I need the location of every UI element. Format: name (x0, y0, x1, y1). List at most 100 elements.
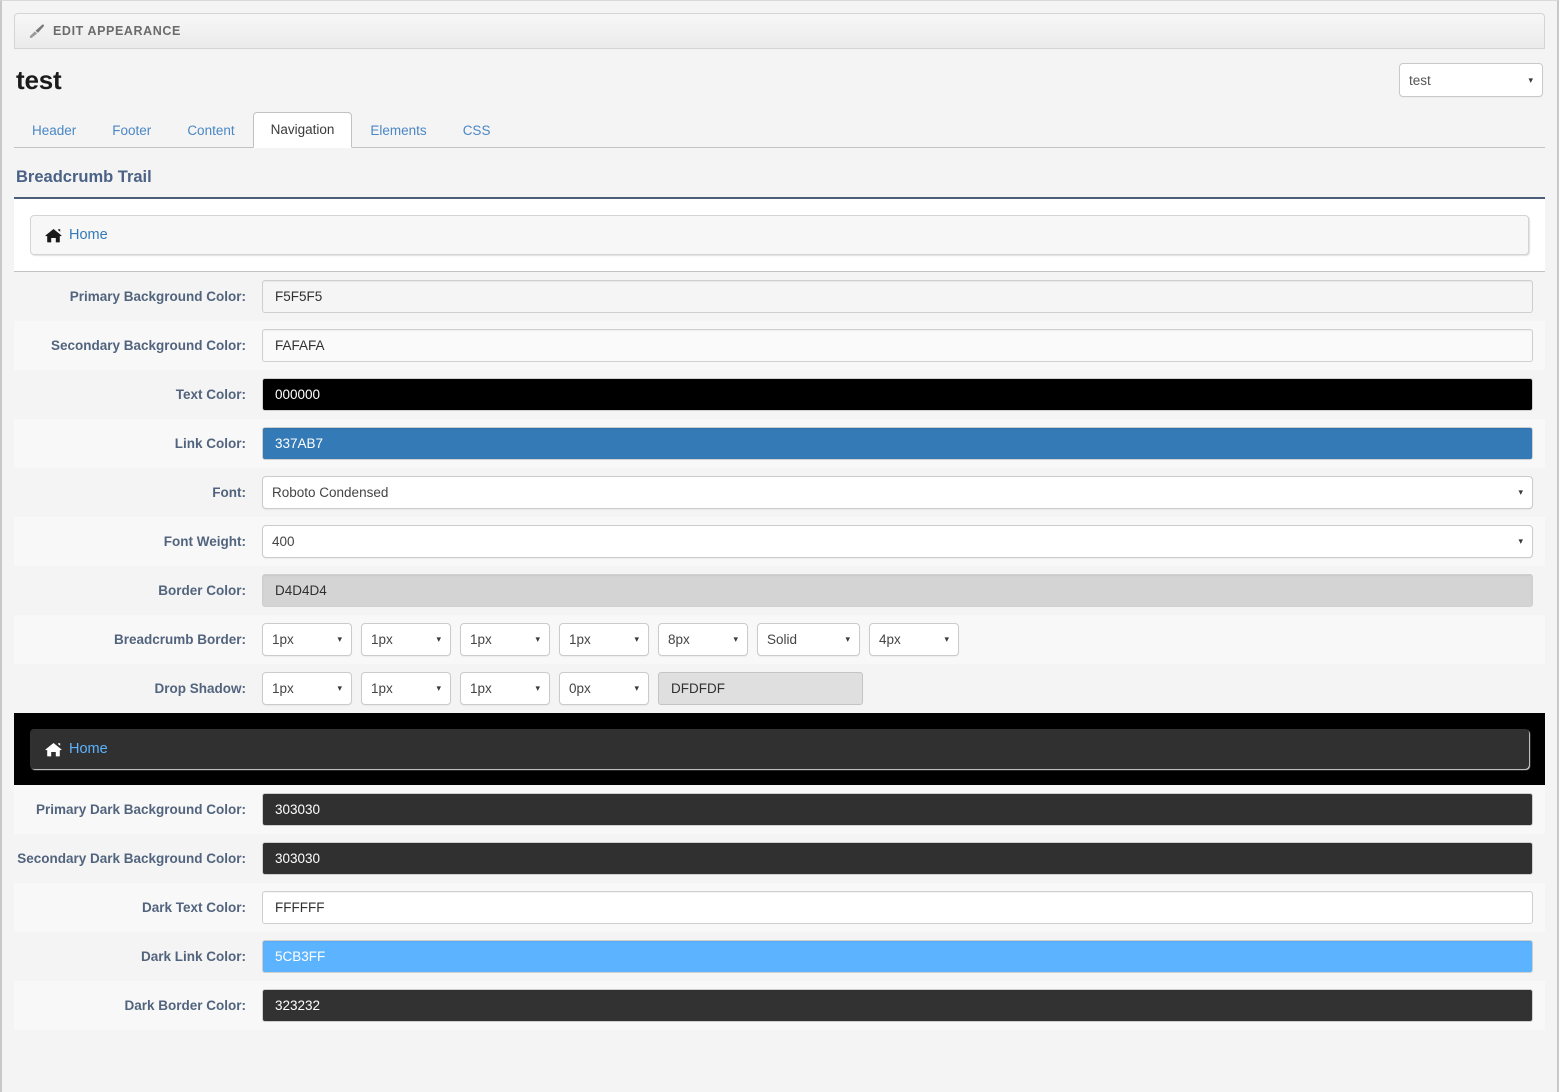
field-row-text-color: Text Color: 000000 (14, 370, 1545, 419)
input-border-color[interactable]: D4D4D4 (262, 574, 1533, 607)
breadcrumb-preview-dark: Home (14, 713, 1545, 785)
select-value: 0px (569, 681, 591, 696)
appearance-tabs: Header Footer Content Navigation Element… (14, 112, 1545, 148)
chevron-down-icon: ▾ (535, 683, 540, 693)
breadcrumb-link-home-dark[interactable]: Home (69, 741, 108, 757)
label-dark-text-color: Dark Text Color: (141, 900, 246, 915)
label-border-color: Border Color: (158, 583, 246, 598)
field-row-font-weight: Font Weight: 400 ▾ (14, 517, 1545, 566)
chevron-down-icon: ▾ (436, 634, 441, 644)
field-row-border-color: Border Color: D4D4D4 (14, 566, 1545, 615)
field-row-font: Font: Roboto Condensed ▾ (14, 468, 1545, 517)
input-dark-text-color[interactable]: FFFFFF (262, 891, 1533, 924)
chevron-down-icon: ▾ (535, 634, 540, 644)
chevron-down-icon: ▾ (1528, 74, 1533, 85)
select-value: 1px (569, 632, 591, 647)
select-value: 1px (272, 632, 294, 647)
input-primary-dark-background-color[interactable]: 303030 (262, 793, 1533, 826)
field-row-primary-dark-background-color: Primary Dark Background Color: 303030 (14, 785, 1545, 834)
select-value: 1px (371, 681, 393, 696)
breadcrumb-bar-light: Home (30, 215, 1529, 255)
field-row-secondary-dark-background-color: Secondary Dark Background Color: 303030 (14, 834, 1545, 883)
select-value: 1px (272, 681, 294, 696)
light-settings-form: Primary Background Color: F5F5F5 Seconda… (14, 272, 1545, 713)
input-dark-border-color[interactable]: 323232 (262, 989, 1533, 1022)
page-title: test (16, 64, 62, 95)
select-font[interactable]: Roboto Condensed ▾ (262, 476, 1533, 509)
select-drop-shadow-x[interactable]: 1px ▾ (262, 672, 352, 705)
select-value: 8px (668, 632, 690, 647)
select-breadcrumb-border-left[interactable]: 1px ▾ (559, 623, 649, 656)
chevron-down-icon: ▾ (634, 634, 639, 644)
field-row-primary-background-color: Primary Background Color: F5F5F5 (14, 272, 1545, 321)
select-font-weight[interactable]: 400 ▾ (262, 525, 1533, 558)
label-breadcrumb-border: Breadcrumb Border: (113, 632, 246, 647)
field-row-breadcrumb-border: Breadcrumb Border: 1px ▾ 1px ▾ 1px ▾ 1px… (14, 615, 1545, 664)
chevron-down-icon: ▾ (1518, 536, 1523, 546)
chevron-down-icon: ▾ (1518, 487, 1523, 497)
home-icon (45, 228, 62, 243)
tab-footer[interactable]: Footer (94, 113, 169, 148)
label-primary-background-color: Primary Background Color: (69, 289, 246, 304)
field-row-dark-text-color: Dark Text Color: FFFFFF (14, 883, 1545, 932)
chevron-down-icon: ▾ (845, 634, 850, 644)
section-heading: Breadcrumb Trail (14, 148, 1545, 199)
label-font-weight: Font Weight: (163, 534, 246, 549)
select-breadcrumb-border-style[interactable]: Solid ▾ (757, 623, 860, 656)
select-font-weight-value: 400 (272, 534, 295, 549)
select-value: 1px (470, 681, 492, 696)
tab-header[interactable]: Header (14, 113, 94, 148)
label-dark-link-color: Dark Link Color: (140, 949, 246, 964)
input-dark-link-color[interactable]: 5CB3FF (262, 940, 1533, 973)
select-breadcrumb-border-bottom[interactable]: 1px ▾ (460, 623, 550, 656)
field-row-secondary-background-color: Secondary Background Color: FAFAFA (14, 321, 1545, 370)
title-row: test test ▾ (2, 49, 1557, 97)
label-dark-border-color: Dark Border Color: (124, 998, 246, 1013)
select-value: 4px (879, 632, 901, 647)
label-text-color: Text Color: (175, 387, 246, 402)
breadcrumb-link-home[interactable]: Home (69, 227, 108, 243)
label-secondary-dark-background-color: Secondary Dark Background Color: (17, 851, 246, 866)
chevron-down-icon: ▾ (436, 683, 441, 693)
input-text-color[interactable]: 000000 (262, 378, 1533, 411)
tab-elements[interactable]: Elements (352, 113, 444, 148)
chevron-down-icon: ▾ (337, 634, 342, 644)
label-drop-shadow: Drop Shadow: (154, 681, 247, 696)
select-drop-shadow-spread[interactable]: 0px ▾ (559, 672, 649, 705)
select-breadcrumb-border-top[interactable]: 1px ▾ (262, 623, 352, 656)
label-primary-dark-background-color: Primary Dark Background Color: (35, 802, 246, 817)
select-value: 1px (470, 632, 492, 647)
dark-settings-form: Primary Dark Background Color: 303030 Se… (14, 785, 1545, 1030)
chevron-down-icon: ▾ (337, 683, 342, 693)
select-breadcrumb-border-right[interactable]: 1px ▾ (361, 623, 451, 656)
edit-appearance-window: EDIT APPEARANCE test test ▾ Header Foote… (0, 0, 1559, 1092)
breadcrumb-bar-dark: Home (30, 729, 1529, 769)
input-secondary-background-color[interactable]: FAFAFA (262, 329, 1533, 362)
select-font-value: Roboto Condensed (272, 485, 389, 500)
panel-header: EDIT APPEARANCE (14, 13, 1545, 49)
chevron-down-icon: ▾ (944, 634, 949, 644)
select-value: 1px (371, 632, 393, 647)
select-drop-shadow-blur[interactable]: 1px ▾ (460, 672, 550, 705)
field-row-dark-border-color: Dark Border Color: 323232 (14, 981, 1545, 1030)
panel-header-label: EDIT APPEARANCE (53, 24, 181, 38)
label-link-color: Link Color: (174, 436, 246, 451)
select-drop-shadow-y[interactable]: 1px ▾ (361, 672, 451, 705)
site-selector-dropdown[interactable]: test ▾ (1399, 63, 1543, 97)
chevron-down-icon: ▾ (733, 634, 738, 644)
input-drop-shadow-color[interactable]: DFDFDF (658, 672, 863, 705)
label-font: Font: (212, 485, 246, 500)
field-row-link-color: Link Color: 337AB7 (14, 419, 1545, 468)
tab-navigation[interactable]: Navigation (252, 112, 353, 148)
input-link-color[interactable]: 337AB7 (262, 427, 1533, 460)
chevron-down-icon: ▾ (634, 683, 639, 693)
input-secondary-dark-background-color[interactable]: 303030 (262, 842, 1533, 875)
paintbrush-icon (29, 24, 45, 38)
select-breadcrumb-border-padding[interactable]: 8px ▾ (658, 623, 748, 656)
input-primary-background-color[interactable]: F5F5F5 (262, 280, 1533, 313)
tab-content[interactable]: Content (169, 113, 252, 148)
tab-css[interactable]: CSS (445, 113, 509, 148)
select-breadcrumb-border-radius[interactable]: 4px ▾ (869, 623, 959, 656)
breadcrumb-preview-light: Home (14, 199, 1545, 272)
field-row-dark-link-color: Dark Link Color: 5CB3FF (14, 932, 1545, 981)
